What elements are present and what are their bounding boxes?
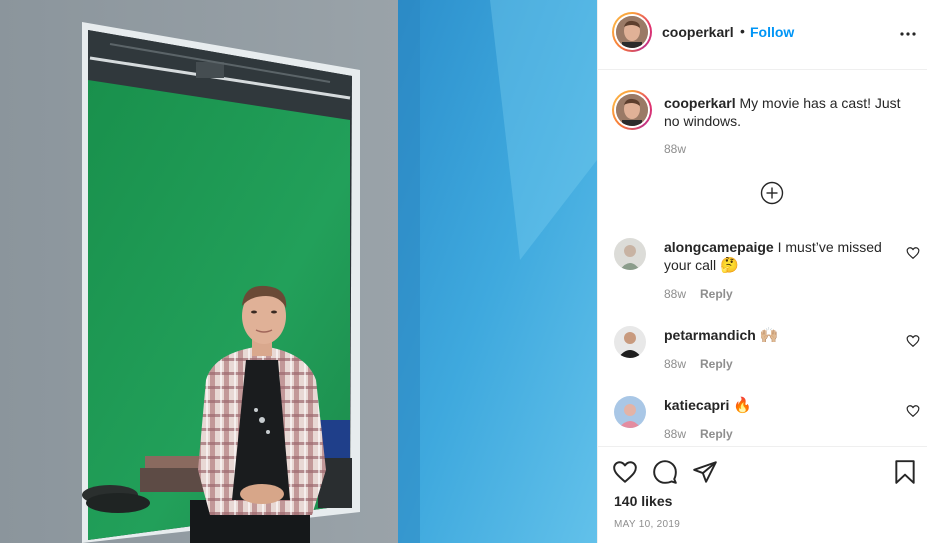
post-date[interactable]: MAY 10, 2019 xyxy=(614,519,680,530)
commenter-avatar[interactable] xyxy=(614,326,646,358)
comment-meta: 88w Reply xyxy=(664,357,733,371)
comment-meta: 88w Reply xyxy=(664,287,733,301)
comment-heart-icon[interactable] xyxy=(906,334,920,348)
post-side-panel: cooperkarl • Follow cooperkarl My movie … xyxy=(597,0,927,543)
author-avatar[interactable] xyxy=(612,12,652,52)
separator-dot: • xyxy=(740,23,745,39)
share-icon[interactable] xyxy=(692,459,718,485)
caption-avatar[interactable] xyxy=(612,90,652,130)
comment-timestamp[interactable]: 88w xyxy=(664,287,686,301)
comment-text: alongcamepaige I must’ve missed your cal… xyxy=(664,238,904,275)
reply-button[interactable]: Reply xyxy=(700,287,733,301)
comment-username[interactable]: alongcamepaige xyxy=(664,239,774,255)
comment-text: petarmandich 🙌🏼 xyxy=(664,326,904,345)
comment-heart-icon[interactable] xyxy=(906,404,920,418)
comment-heart-icon[interactable] xyxy=(906,246,920,260)
follow-button[interactable]: Follow xyxy=(750,24,794,40)
caption-text: cooperkarl My movie has a cast! Just no … xyxy=(664,94,914,130)
author-username-link[interactable]: cooperkarl xyxy=(662,24,734,40)
comment-timestamp[interactable]: 88w xyxy=(664,357,686,371)
caption-username[interactable]: cooperkarl xyxy=(664,95,736,111)
commenter-avatar[interactable] xyxy=(614,396,646,428)
plus-circle-icon[interactable] xyxy=(760,181,784,205)
commenter-avatar[interactable] xyxy=(614,238,646,270)
caption-avatar-image xyxy=(616,94,648,126)
raising-hands-emoji: 🙌🏼 xyxy=(759,327,779,344)
post-actions: 140 likes MAY 10, 2019 xyxy=(598,446,927,543)
likes-count[interactable]: 140 likes xyxy=(614,493,672,509)
thinking-face-emoji: 🤔 xyxy=(720,257,739,274)
post-photo[interactable] xyxy=(0,0,597,543)
comment-meta: 88w Reply xyxy=(664,427,733,441)
comment-timestamp[interactable]: 88w xyxy=(664,427,686,441)
more-horizontal-icon[interactable] xyxy=(896,20,920,44)
photo-scene xyxy=(0,0,597,543)
heart-icon[interactable] xyxy=(612,459,638,485)
post-header: cooperkarl • Follow xyxy=(598,0,927,70)
comment-icon[interactable] xyxy=(652,459,678,485)
reply-button[interactable]: Reply xyxy=(700,427,733,441)
comment-username[interactable]: petarmandich xyxy=(664,327,756,343)
author-avatar-image xyxy=(616,16,648,48)
comment-text: katiecapri 🔥 xyxy=(664,396,904,415)
fire-emoji: 🔥 xyxy=(733,397,752,414)
bookmark-icon[interactable] xyxy=(892,459,918,485)
reply-button[interactable]: Reply xyxy=(700,357,733,371)
caption-timestamp[interactable]: 88w xyxy=(664,142,686,156)
comment-username[interactable]: katiecapri xyxy=(664,397,729,413)
